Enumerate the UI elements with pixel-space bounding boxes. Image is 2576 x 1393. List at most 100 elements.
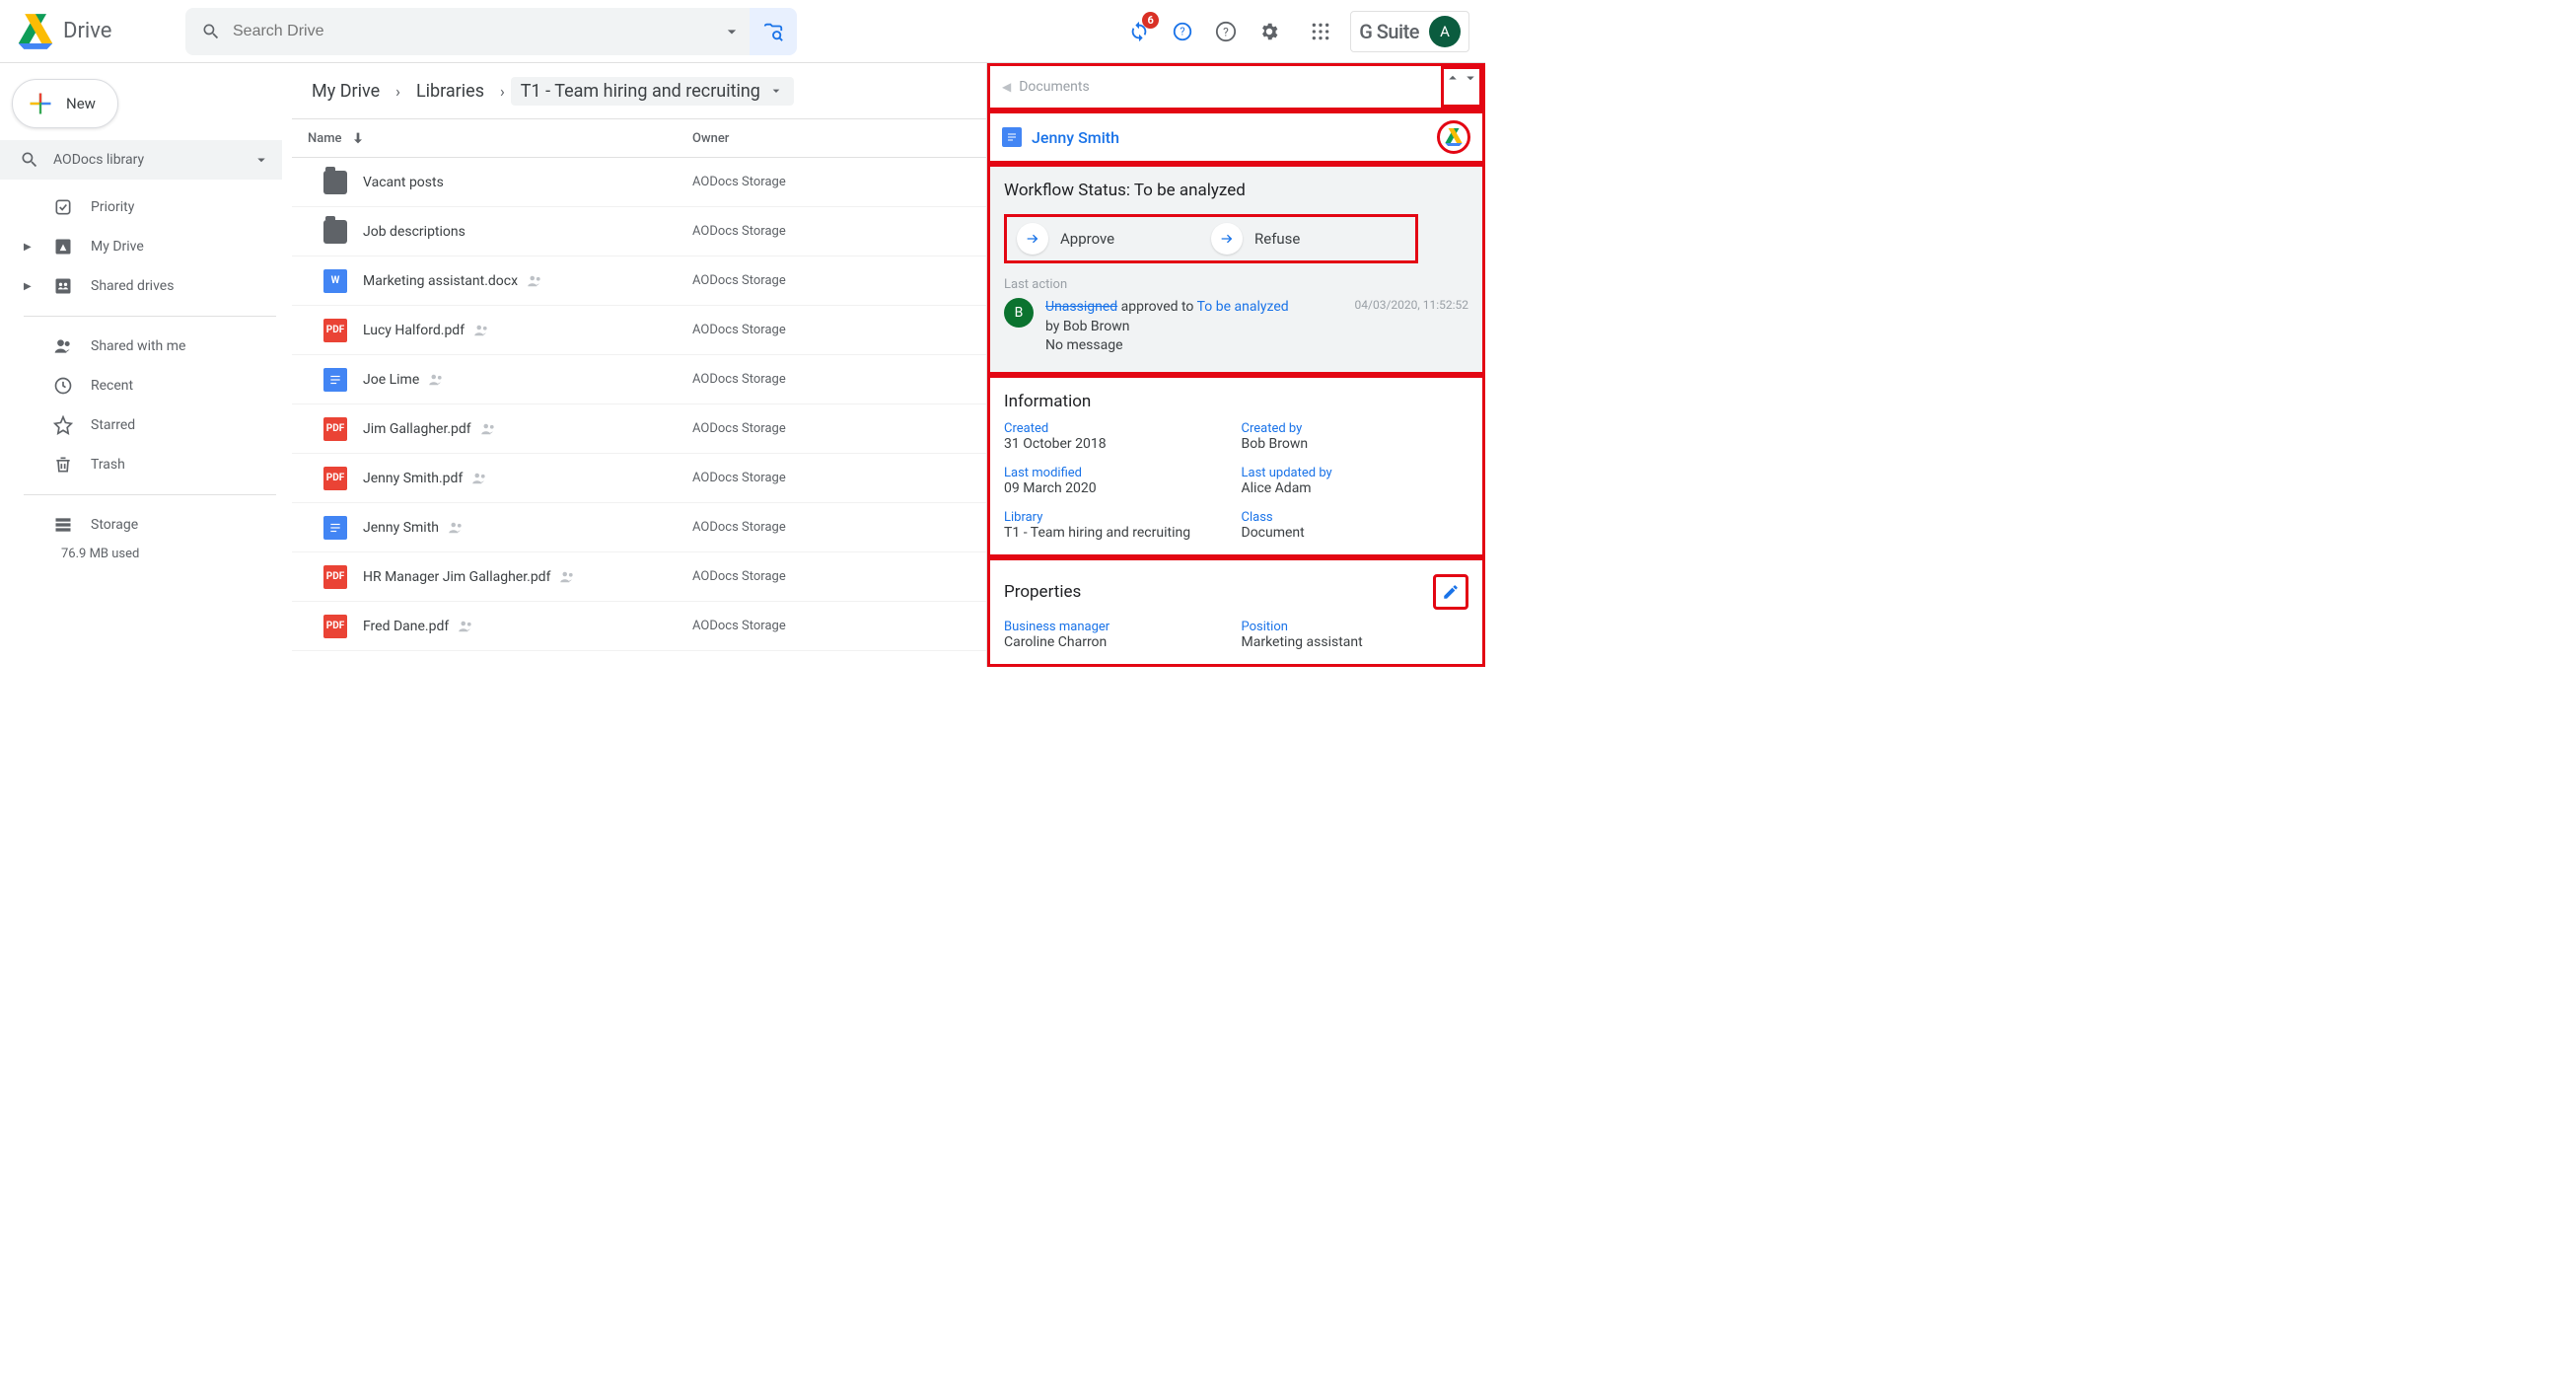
column-header-owner[interactable]: Owner: [692, 131, 970, 146]
sync-badge: 6: [1142, 12, 1159, 29]
sidebar-item-recent[interactable]: Recent: [0, 366, 292, 405]
file-row[interactable]: PDFHR Manager Jim Gallagher.pdfAODocs St…: [292, 552, 986, 602]
file-owner: AODocs Storage: [692, 569, 970, 584]
folder-icon: [323, 171, 347, 194]
pdf-icon: PDF: [323, 467, 347, 490]
folder-search-icon: [762, 21, 784, 42]
file-owner: AODocs Storage: [692, 224, 970, 239]
file-row[interactable]: PDFLucy Halford.pdfAODocs Storage: [292, 306, 986, 355]
sidebar-item-storage[interactable]: Storage: [0, 505, 292, 545]
info-heading: Information: [1004, 392, 1468, 411]
shared-icon: [457, 618, 474, 635]
file-owner: AODocs Storage: [692, 471, 970, 485]
file-owner: AODocs Storage: [692, 421, 970, 436]
dropdown-caret-icon[interactable]: [722, 22, 742, 41]
sidebar-item-mydrive[interactable]: ▶ My Drive: [0, 227, 292, 266]
sidebar-item-shared-drives[interactable]: ▶ Shared drives: [0, 266, 292, 306]
gdoc-icon: [323, 516, 347, 540]
info-label: Created: [1004, 421, 1232, 436]
breadcrumb-item[interactable]: My Drive: [302, 77, 390, 106]
file-name: Fred Dane.pdf: [363, 619, 449, 634]
last-action-label: Last action: [1004, 277, 1468, 292]
breadcrumb: My Drive › Libraries › T1 - Team hiring …: [292, 63, 986, 118]
settings-button[interactable]: [1255, 18, 1283, 45]
new-button[interactable]: New: [12, 79, 118, 128]
file-name: Job descriptions: [363, 224, 465, 240]
properties-section: Properties Business managerCaroline Char…: [987, 557, 1485, 667]
chevron-right-icon: ›: [500, 82, 505, 101]
priority-icon: [53, 197, 73, 217]
nav-label: My Drive: [91, 239, 144, 255]
search-container: [185, 8, 797, 55]
file-name: Vacant posts: [363, 175, 444, 190]
sidebar-item-starred[interactable]: Starred: [0, 405, 292, 445]
drive-logo-icon: [16, 14, 55, 49]
pdf-icon: PDF: [323, 615, 347, 638]
drive-logo[interactable]: Drive: [16, 14, 174, 49]
header-actions: 6 ? ? G Suite A: [1125, 11, 1469, 52]
panel-tab-label: Documents: [1019, 79, 1089, 95]
svg-text:?: ?: [1181, 25, 1185, 37]
nav-label: Storage: [91, 517, 138, 533]
column-header-name[interactable]: Name: [308, 130, 692, 146]
panel-tab-header[interactable]: ◀ Documents: [990, 66, 1441, 108]
info-value: 09 March 2020: [1004, 480, 1232, 496]
file-row[interactable]: PDFFred Dane.pdfAODocs Storage: [292, 602, 986, 651]
file-owner: AODocs Storage: [692, 273, 970, 288]
workspace-brand-text: G Suite: [1359, 20, 1419, 43]
breadcrumb-current[interactable]: T1 - Team hiring and recruiting: [511, 77, 794, 106]
apps-button[interactable]: [1307, 18, 1334, 45]
caret-left-icon: ◀: [1002, 80, 1011, 94]
people-icon: [53, 336, 73, 356]
file-row[interactable]: PDFJenny Smith.pdfAODocs Storage: [292, 454, 986, 503]
file-row[interactable]: WMarketing assistant.docxAODocs Storage: [292, 257, 986, 306]
expand-caret-icon[interactable]: ▶: [24, 242, 36, 253]
props-heading: Properties: [1004, 582, 1081, 602]
shared-icon: [479, 420, 497, 438]
chevron-up-icon: [1444, 69, 1462, 87]
workspace-brand[interactable]: G Suite A: [1350, 11, 1469, 52]
file-row[interactable]: Jenny SmithAODocs Storage: [292, 503, 986, 552]
expand-caret-icon[interactable]: ▶: [24, 281, 36, 292]
from-state-link[interactable]: Unassigned: [1045, 299, 1117, 315]
storage-used-text: 76.9 MB used: [0, 547, 292, 561]
word-icon: W: [323, 269, 347, 293]
search-icon: [20, 150, 39, 170]
file-row[interactable]: Job descriptions AODocs Storage: [292, 207, 986, 257]
breadcrumb-item[interactable]: Libraries: [406, 77, 494, 106]
sync-button[interactable]: 6: [1125, 18, 1153, 45]
info-label: Class: [1242, 510, 1469, 525]
aodocs-library-dropdown[interactable]: AODocs library: [0, 140, 282, 180]
help-button[interactable]: ?: [1212, 18, 1240, 45]
panel-nav-arrows: [1441, 66, 1482, 108]
shared-drives-icon: [53, 276, 73, 296]
account-avatar[interactable]: A: [1429, 16, 1461, 47]
sidebar-item-trash[interactable]: Trash: [0, 445, 292, 484]
info-label: Last updated by: [1242, 466, 1469, 480]
search-input[interactable]: [233, 23, 710, 40]
chevron-right-icon: ›: [395, 82, 400, 101]
panel-prev-button[interactable]: [1444, 69, 1462, 105]
prop-value: Marketing assistant: [1242, 634, 1469, 650]
approve-button[interactable]: Approve: [1017, 223, 1211, 255]
support-button[interactable]: ?: [1169, 18, 1196, 45]
to-state-link[interactable]: To be analyzed: [1197, 299, 1289, 315]
breadcrumb-current-label: T1 - Team hiring and recruiting: [521, 81, 760, 102]
sidebar-item-priority[interactable]: Priority: [0, 187, 292, 227]
clock-icon: [53, 376, 73, 396]
edit-properties-button[interactable]: [1433, 574, 1468, 610]
open-in-drive-button[interactable]: [1437, 120, 1470, 154]
file-row[interactable]: Vacant posts AODocs Storage: [292, 158, 986, 207]
file-row[interactable]: PDFJim Gallagher.pdfAODocs Storage: [292, 404, 986, 454]
search-bar[interactable]: [185, 8, 757, 55]
info-label: Library: [1004, 510, 1232, 525]
file-row[interactable]: Joe LimeAODocs Storage: [292, 355, 986, 404]
aodocs-filter-button[interactable]: [750, 8, 797, 55]
panel-doc-title[interactable]: Jenny Smith: [990, 113, 1482, 161]
refuse-button[interactable]: Refuse: [1211, 223, 1405, 255]
file-owner: AODocs Storage: [692, 175, 970, 189]
sidebar-item-shared-with-me[interactable]: Shared with me: [0, 327, 292, 366]
star-icon: [53, 415, 73, 435]
file-owner: AODocs Storage: [692, 520, 970, 535]
panel-next-button[interactable]: [1462, 69, 1479, 105]
